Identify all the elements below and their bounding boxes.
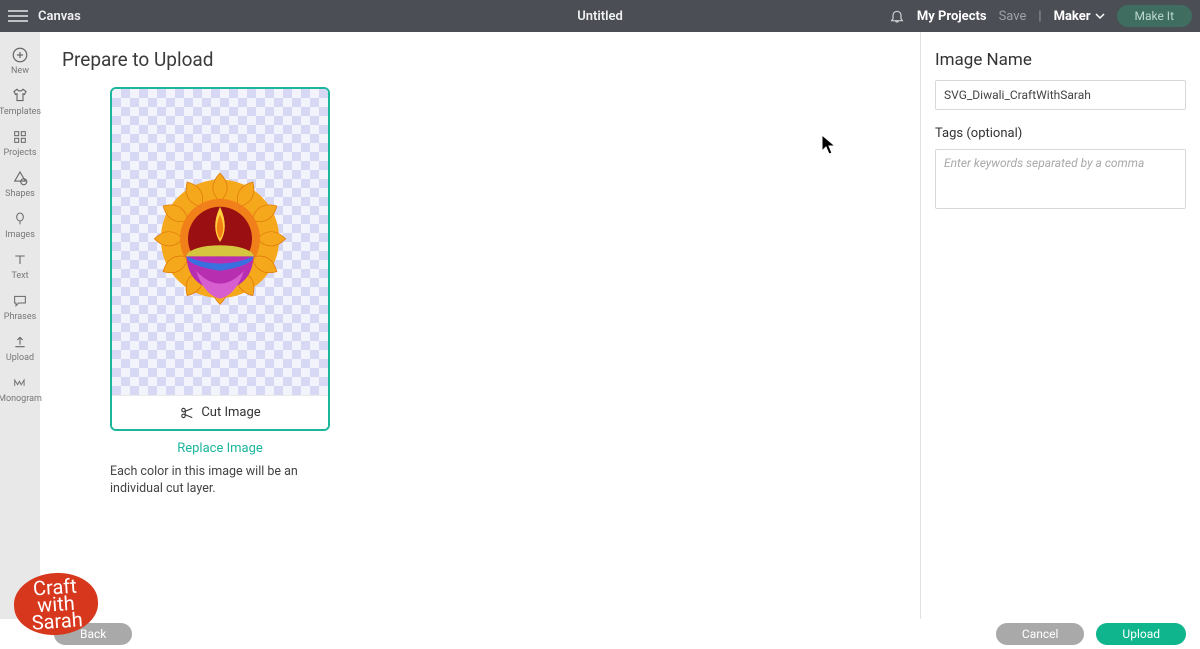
scissors-icon (179, 406, 195, 420)
shapes-icon (11, 169, 29, 187)
top-bar: Canvas Untitled My Projects Save | Maker… (0, 0, 1200, 32)
machine-label: Maker (1054, 9, 1091, 24)
upload-button[interactable]: Upload (1096, 623, 1186, 645)
my-projects-link[interactable]: My Projects (917, 9, 987, 24)
image-name-heading: Image Name (935, 50, 1186, 70)
rail-label: Text (11, 271, 28, 281)
balloon-icon (11, 210, 29, 228)
layer-note: Each color in this image will be an indi… (110, 464, 330, 498)
rail-projects[interactable]: Projects (0, 122, 40, 163)
plus-circle-icon (11, 46, 29, 64)
rail-label: Images (5, 230, 35, 240)
grid-icon (11, 128, 29, 146)
monogram-icon (11, 374, 29, 392)
rail-label: Upload (6, 353, 34, 363)
rail-label: Templates (0, 107, 41, 117)
topbar-right: My Projects Save | Maker Make It (889, 5, 1192, 27)
rail-label: Shapes (5, 189, 35, 199)
main-content: Prepare to Upload (40, 32, 920, 619)
preview-wrap: Cut Image Replace Image Each color in th… (110, 87, 330, 498)
tags-input[interactable] (935, 149, 1186, 209)
rail-phrases[interactable]: Phrases (0, 286, 40, 327)
chevron-down-icon (1095, 11, 1105, 21)
diwali-diya-image (140, 159, 300, 319)
text-icon (11, 251, 29, 269)
rail-templates[interactable]: Templates (0, 81, 40, 122)
tool-rail: New Templates Projects Shapes Images Tex… (0, 32, 40, 619)
upload-icon (11, 333, 29, 351)
separator: | (1038, 9, 1041, 24)
rail-monogram[interactable]: Monogram (0, 368, 40, 409)
image-card[interactable]: Cut Image (110, 87, 330, 431)
menu-icon[interactable] (8, 6, 28, 26)
rail-label: New (11, 66, 29, 76)
rail-label: Phrases (4, 312, 36, 322)
cancel-button[interactable]: Cancel (996, 623, 1085, 645)
app-name: Canvas (38, 9, 81, 24)
right-panel: Image Name Tags (optional) (920, 32, 1200, 619)
transparency-preview (112, 89, 328, 395)
bell-icon[interactable] (889, 8, 905, 24)
tags-heading: Tags (optional) (935, 126, 1186, 141)
rail-text[interactable]: Text (0, 245, 40, 286)
rail-images[interactable]: Images (0, 204, 40, 245)
rail-new[interactable]: New (0, 40, 40, 81)
machine-selector[interactable]: Maker (1054, 9, 1105, 24)
chat-icon (11, 292, 29, 310)
tshirt-icon (11, 87, 29, 105)
rail-upload[interactable]: Upload (0, 327, 40, 368)
save-button: Save (999, 9, 1027, 24)
footer-bar: Back Cancel Upload (0, 619, 1200, 649)
cut-image-label: Cut Image (201, 405, 260, 420)
doc-title[interactable]: Untitled (577, 9, 623, 24)
image-name-input[interactable] (935, 80, 1186, 110)
watermark-text: Craft with Sarah (12, 576, 99, 633)
cut-image-row[interactable]: Cut Image (112, 395, 328, 429)
rail-shapes[interactable]: Shapes (0, 163, 40, 204)
replace-image-link[interactable]: Replace Image (110, 441, 330, 456)
rail-label: Projects (4, 148, 37, 158)
make-it-button[interactable]: Make It (1117, 5, 1193, 27)
rail-label: Monogram (0, 394, 42, 404)
cursor-icon (821, 134, 839, 156)
page-title: Prepare to Upload (62, 48, 898, 71)
